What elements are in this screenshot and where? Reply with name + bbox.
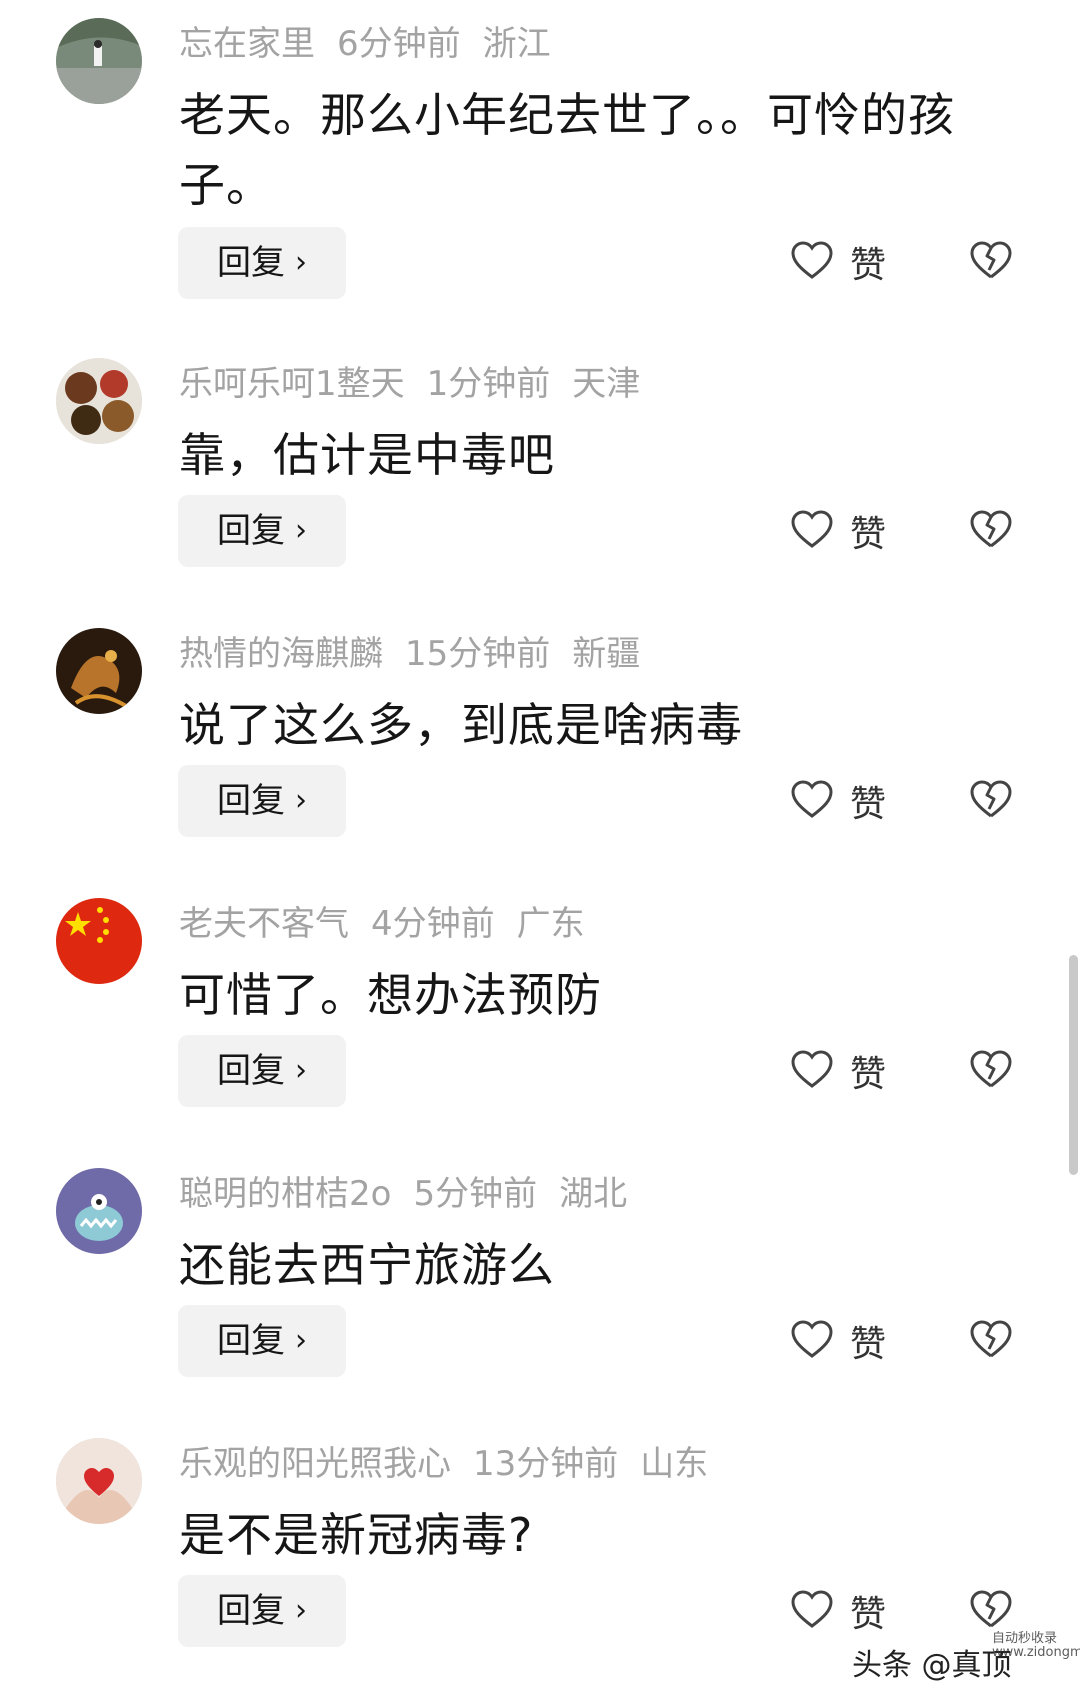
comment-meta: 老夫不客气 4分钟前 广东 bbox=[179, 900, 607, 948]
dislike-button[interactable] bbox=[969, 495, 1017, 567]
avatar[interactable] bbox=[56, 358, 142, 444]
heart-icon bbox=[790, 779, 834, 823]
like-button[interactable]: 赞 bbox=[790, 1305, 886, 1377]
broken-heart-icon bbox=[969, 1589, 1013, 1633]
reply-label: 回复 bbox=[217, 243, 285, 283]
comment-meta: 忘在家里 6分钟前 浙江 bbox=[179, 20, 573, 68]
timestamp: 5分钟前 bbox=[413, 1174, 538, 1214]
like-label: 赞 bbox=[850, 784, 887, 825]
heart-icon bbox=[790, 240, 834, 284]
heart-icon bbox=[790, 1589, 834, 1633]
comment-meta: 聪明的柑桔2o 5分钟前 湖北 bbox=[179, 1170, 649, 1218]
timestamp: 15分钟前 bbox=[405, 634, 551, 674]
region: 新疆 bbox=[572, 634, 641, 674]
reply-button[interactable]: 回复 › bbox=[178, 765, 346, 837]
dislike-button[interactable] bbox=[969, 1305, 1017, 1377]
reply-label: 回复 bbox=[217, 1051, 285, 1091]
comment-item: 忘在家里 6分钟前 浙江 老天。那么小年纪去世了。。可怜的孩子。 回复 › 赞 bbox=[0, 0, 1080, 300]
like-label: 赞 bbox=[850, 245, 887, 286]
timestamp: 6分钟前 bbox=[337, 24, 461, 64]
avatar[interactable] bbox=[56, 1438, 142, 1524]
avatar[interactable] bbox=[56, 1168, 142, 1254]
comment-meta: 热情的海麒麟 15分钟前 新疆 bbox=[179, 630, 662, 678]
comment-meta: 乐呵乐呵1整天 1分钟前 天津 bbox=[179, 360, 662, 408]
username[interactable]: 热情的海麒麟 bbox=[179, 634, 383, 674]
comment-text: 还能去西宁旅游么 bbox=[179, 1238, 555, 1292]
reply-label: 回复 bbox=[217, 1321, 285, 1361]
avatar[interactable] bbox=[56, 898, 142, 984]
region: 天津 bbox=[572, 364, 641, 404]
like-label: 赞 bbox=[850, 514, 887, 555]
timestamp: 4分钟前 bbox=[371, 904, 495, 944]
chevron-right-icon: › bbox=[295, 245, 307, 280]
chevron-right-icon: › bbox=[295, 1593, 307, 1628]
broken-heart-icon bbox=[969, 240, 1013, 284]
dislike-button[interactable] bbox=[969, 1035, 1017, 1107]
region: 湖北 bbox=[559, 1174, 628, 1214]
comment-item: 热情的海麒麟 15分钟前 新疆 说了这么多，到底是啥病毒 回复 › 赞 bbox=[0, 610, 1080, 870]
broken-heart-icon bbox=[969, 1319, 1013, 1363]
broken-heart-icon bbox=[969, 509, 1013, 553]
avatar[interactable] bbox=[56, 628, 142, 714]
heart-icon bbox=[790, 509, 834, 553]
like-button[interactable]: 赞 bbox=[790, 226, 886, 298]
watermark-text: 头条 @真顶 bbox=[852, 1648, 1012, 1683]
reply-button[interactable]: 回复 › bbox=[178, 1305, 346, 1377]
reply-label: 回复 bbox=[217, 511, 285, 551]
reply-label: 回复 bbox=[217, 781, 285, 821]
watermark-overlay: 自动秒收录 www.zidongmiao... bbox=[992, 1632, 1080, 1660]
comment-item: 乐呵乐呵1整天 1分钟前 天津 靠，估计是中毒吧 回复 › 赞 bbox=[0, 340, 1080, 600]
avatar[interactable] bbox=[56, 18, 142, 104]
username[interactable]: 乐观的阳光照我心 bbox=[179, 1444, 451, 1484]
reply-button[interactable]: 回复 › bbox=[178, 1035, 346, 1107]
comment-text: 老天。那么小年纪去世了。。可怜的孩子。 bbox=[179, 88, 955, 212]
like-button[interactable]: 赞 bbox=[790, 495, 886, 567]
like-label: 赞 bbox=[850, 1324, 887, 1365]
comment-text: 可惜了。想办法预防 bbox=[179, 968, 602, 1022]
dislike-button[interactable] bbox=[969, 765, 1017, 837]
like-label: 赞 bbox=[850, 1594, 887, 1635]
like-label: 赞 bbox=[850, 1054, 887, 1095]
like-button[interactable]: 赞 bbox=[790, 1575, 886, 1647]
region: 广东 bbox=[516, 904, 585, 944]
chevron-right-icon: › bbox=[295, 783, 307, 818]
region: 山东 bbox=[640, 1444, 709, 1484]
timestamp: 1分钟前 bbox=[426, 364, 551, 404]
comment-text: 说了这么多，到底是啥病毒 bbox=[179, 698, 743, 752]
comment-item: 聪明的柑桔2o 5分钟前 湖北 还能去西宁旅游么 回复 › 赞 bbox=[0, 1150, 1080, 1410]
username[interactable]: 聪明的柑桔2o bbox=[179, 1174, 391, 1214]
reply-button[interactable]: 回复 › bbox=[178, 1575, 346, 1647]
comment-text: 是不是新冠病毒? bbox=[179, 1508, 534, 1562]
comment-meta: 乐观的阳光照我心 13分钟前 山东 bbox=[179, 1440, 730, 1488]
chevron-right-icon: › bbox=[295, 1323, 307, 1358]
timestamp: 13分钟前 bbox=[473, 1444, 619, 1484]
dislike-button[interactable] bbox=[969, 226, 1017, 298]
heart-icon bbox=[790, 1049, 834, 1093]
username[interactable]: 老夫不客气 bbox=[179, 904, 349, 944]
chevron-right-icon: › bbox=[295, 1053, 307, 1088]
like-button[interactable]: 赞 bbox=[790, 1035, 886, 1107]
username[interactable]: 忘在家里 bbox=[179, 24, 315, 64]
scrollbar-thumb[interactable] bbox=[1069, 955, 1078, 1175]
watermark: 头条 @真顶 自动秒收录 www.zidongmiao... bbox=[852, 1632, 1080, 1684]
broken-heart-icon bbox=[969, 779, 1013, 823]
region: 浙江 bbox=[482, 24, 551, 64]
heart-icon bbox=[790, 1319, 834, 1363]
chevron-right-icon: › bbox=[295, 513, 307, 548]
reply-button[interactable]: 回复 › bbox=[178, 227, 346, 299]
username[interactable]: 乐呵乐呵1整天 bbox=[179, 364, 405, 404]
watermark-overlay-line1: 自动秒收录 bbox=[992, 1631, 1058, 1646]
watermark-overlay-line2: www.zidongmiao... bbox=[992, 1645, 1080, 1660]
reply-button[interactable]: 回复 › bbox=[178, 495, 346, 567]
broken-heart-icon bbox=[969, 1049, 1013, 1093]
like-button[interactable]: 赞 bbox=[790, 765, 886, 837]
comment-item: 老夫不客气 4分钟前 广东 可惜了。想办法预防 回复 › 赞 bbox=[0, 880, 1080, 1140]
reply-label: 回复 bbox=[217, 1591, 285, 1631]
comment-text: 靠，估计是中毒吧 bbox=[179, 428, 555, 482]
